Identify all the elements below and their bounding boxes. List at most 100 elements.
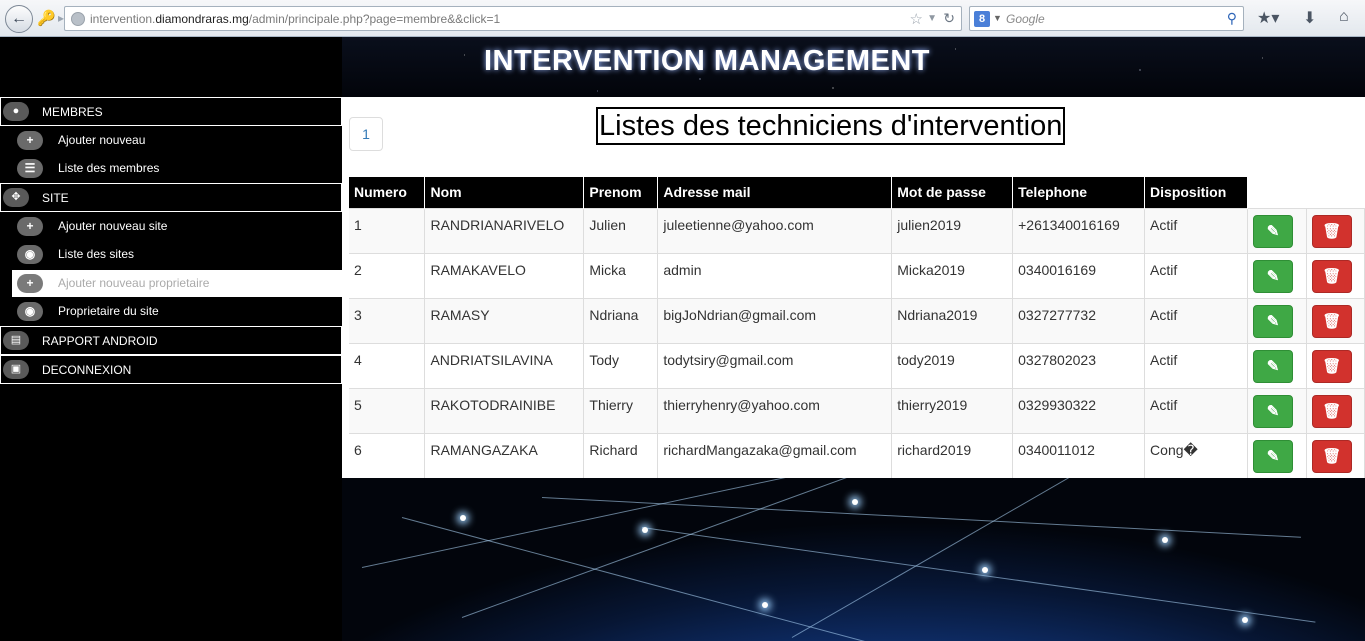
download-icon[interactable]: ⬇ bbox=[1303, 8, 1316, 28]
cell-email: thierryhenry@yahoo.com bbox=[657, 387, 893, 433]
edit-button[interactable]: ✎ bbox=[1252, 304, 1293, 338]
site-title: INTERVENTION MANAGEMENT bbox=[484, 45, 930, 77]
home-icon[interactable]: ⌂ bbox=[1339, 8, 1349, 26]
sidebar-section-deconnexion[interactable]: ▣ DECONNEXION bbox=[0, 355, 342, 384]
google-icon[interactable]: 8 bbox=[974, 11, 990, 27]
edit-button[interactable]: ✎ bbox=[1252, 214, 1293, 248]
sidebar-item-ajouter-site[interactable]: + Ajouter nouveau site bbox=[12, 213, 342, 240]
column-header[interactable]: Disposition bbox=[1144, 177, 1248, 208]
address-bar[interactable]: intervention.diamondraras.mg/admin/princ… bbox=[64, 6, 962, 31]
cell-password: thierry2019 bbox=[891, 387, 1014, 433]
globe-icon: ◉ bbox=[17, 302, 43, 321]
delete-button[interactable]: 🗑 bbox=[1311, 304, 1352, 338]
globe-icon: ◉ bbox=[17, 245, 43, 264]
sidebar-section-label: DECONNEXION bbox=[42, 363, 132, 377]
edit-button[interactable]: ✎ bbox=[1252, 259, 1293, 293]
sidebar-item-liste-membres[interactable]: ☰ Liste des membres bbox=[12, 155, 342, 182]
key-icon[interactable]: 🔑 bbox=[37, 9, 57, 27]
delete-button[interactable]: 🗑 bbox=[1311, 349, 1352, 383]
sidebar-section-rapport-android[interactable]: ▤ RAPPORT ANDROID bbox=[0, 326, 342, 355]
sidebar-section-label: RAPPORT ANDROID bbox=[42, 334, 158, 348]
column-header[interactable]: Numero bbox=[349, 177, 426, 208]
chevron-down-icon[interactable]: ▼ bbox=[993, 13, 1002, 23]
search-input[interactable]: Google bbox=[1006, 12, 1045, 26]
cell-numero: 1 bbox=[349, 207, 426, 253]
cell-password: Micka2019 bbox=[891, 252, 1014, 298]
edit-button[interactable]: ✎ bbox=[1252, 349, 1293, 383]
cell-telephone: 0329930322 bbox=[1012, 387, 1146, 433]
sidebar-item-label: Ajouter nouveau bbox=[58, 133, 146, 147]
sidebar-item-proprietaire-site[interactable]: ◉ Proprietaire du site bbox=[12, 298, 342, 325]
bookmark-star-icon[interactable]: ☆ bbox=[910, 10, 923, 28]
column-header[interactable]: Mot de passe bbox=[891, 177, 1014, 208]
sidebar-item-label: Ajouter nouveau site bbox=[58, 219, 168, 233]
cell-delete: 🗑 bbox=[1306, 432, 1365, 478]
table-row: 6 RAMANGAZAKA Richard richardMangazaka@g… bbox=[349, 432, 1365, 478]
globe-icon bbox=[71, 12, 85, 26]
cell-password: tody2019 bbox=[891, 342, 1014, 388]
plus-icon: + bbox=[17, 217, 43, 236]
table-row: 4 ANDRIATSILAVINA Tody todytsiry@gmail.c… bbox=[349, 342, 1365, 388]
cell-numero: 2 bbox=[349, 252, 426, 298]
column-header[interactable]: Prenom bbox=[583, 177, 659, 208]
trash-icon: 🗑 bbox=[1322, 447, 1342, 465]
chevron-down-icon[interactable]: ▼ bbox=[927, 13, 937, 24]
sidebar-section-membres[interactable]: ● MEMBRES bbox=[0, 97, 342, 126]
delete-button[interactable]: 🗑 bbox=[1311, 214, 1352, 248]
page-title: Listes des techniciens d'intervention bbox=[596, 107, 1066, 145]
delete-button[interactable]: 🗑 bbox=[1311, 439, 1352, 473]
user-icon: ● bbox=[3, 102, 29, 121]
sidebar-item-liste-sites[interactable]: ◉ Liste des sites bbox=[12, 241, 342, 268]
edit-icon: ✎ bbox=[1266, 357, 1280, 375]
edit-icon: ✎ bbox=[1266, 402, 1280, 420]
column-header[interactable]: Telephone bbox=[1012, 177, 1146, 208]
reload-icon[interactable]: ↻ bbox=[943, 10, 955, 27]
cell-telephone: 0327802023 bbox=[1012, 342, 1146, 388]
cell-telephone: +261340016169 bbox=[1012, 207, 1146, 253]
cell-prenom: Micka bbox=[583, 252, 659, 298]
cell-edit: ✎ bbox=[1247, 297, 1307, 343]
sidebar-item-ajouter-proprietaire[interactable]: + Ajouter nouveau proprietaire bbox=[12, 270, 342, 297]
sidebar: ● MEMBRES + Ajouter nouveau ☰ Liste des … bbox=[0, 97, 342, 641]
cell-delete: 🗑 bbox=[1306, 252, 1365, 298]
cell-disposition: Cong� bbox=[1144, 432, 1248, 478]
cell-numero: 5 bbox=[349, 387, 426, 433]
cell-nom: RAMAKAVELO bbox=[424, 252, 585, 298]
url-text[interactable]: intervention.diamondraras.mg/admin/princ… bbox=[90, 12, 500, 26]
edit-button[interactable]: ✎ bbox=[1252, 394, 1293, 428]
page: INTERVENTION MANAGEMENT ● MEMBRES + Ajou… bbox=[0, 37, 1365, 641]
cell-edit: ✎ bbox=[1247, 252, 1307, 298]
sidebar-item-label: Liste des sites bbox=[58, 247, 135, 261]
edit-button[interactable]: ✎ bbox=[1252, 439, 1293, 473]
search-bar[interactable]: 8 ▼ Google ⚲ bbox=[969, 6, 1244, 31]
column-header[interactable]: Adresse mail bbox=[657, 177, 893, 208]
column-header[interactable]: Nom bbox=[424, 177, 585, 208]
edit-icon: ✎ bbox=[1266, 312, 1280, 330]
cell-prenom: Ndriana bbox=[583, 297, 659, 343]
bookmarks-menu-icon[interactable]: ★▾ bbox=[1257, 8, 1279, 28]
sidebar-item-ajouter-nouveau[interactable]: + Ajouter nouveau bbox=[12, 127, 342, 154]
sidebar-section-site[interactable]: ✥ SITE bbox=[0, 183, 342, 212]
crosshair-icon: ✥ bbox=[3, 188, 29, 207]
delete-button[interactable]: 🗑 bbox=[1311, 259, 1352, 293]
back-arrow-icon[interactable]: ← bbox=[5, 5, 33, 33]
trash-icon: 🗑 bbox=[1322, 402, 1342, 420]
cell-prenom: Julien bbox=[583, 207, 659, 253]
clipboard-icon: ▤ bbox=[3, 331, 29, 350]
delete-button[interactable]: 🗑 bbox=[1311, 394, 1352, 428]
trash-icon: 🗑 bbox=[1322, 267, 1342, 285]
search-icon[interactable]: ⚲ bbox=[1227, 10, 1237, 27]
cell-nom: RAKOTODRAINIBE bbox=[424, 387, 585, 433]
pagination-page-1[interactable]: 1 bbox=[349, 117, 383, 151]
cell-edit: ✎ bbox=[1247, 207, 1307, 253]
cell-prenom: Thierry bbox=[583, 387, 659, 433]
cell-nom: RAMASY bbox=[424, 297, 585, 343]
cell-disposition: Actif bbox=[1144, 297, 1248, 343]
cell-telephone: 0327277732 bbox=[1012, 297, 1146, 343]
cell-password: richard2019 bbox=[891, 432, 1014, 478]
table-header-row: Numero Nom Prenom Adresse mail Mot de pa… bbox=[349, 177, 1365, 208]
cell-delete: 🗑 bbox=[1306, 297, 1365, 343]
cell-delete: 🗑 bbox=[1306, 387, 1365, 433]
sidebar-item-label: Proprietaire du site bbox=[58, 304, 159, 318]
cell-email: admin bbox=[657, 252, 893, 298]
